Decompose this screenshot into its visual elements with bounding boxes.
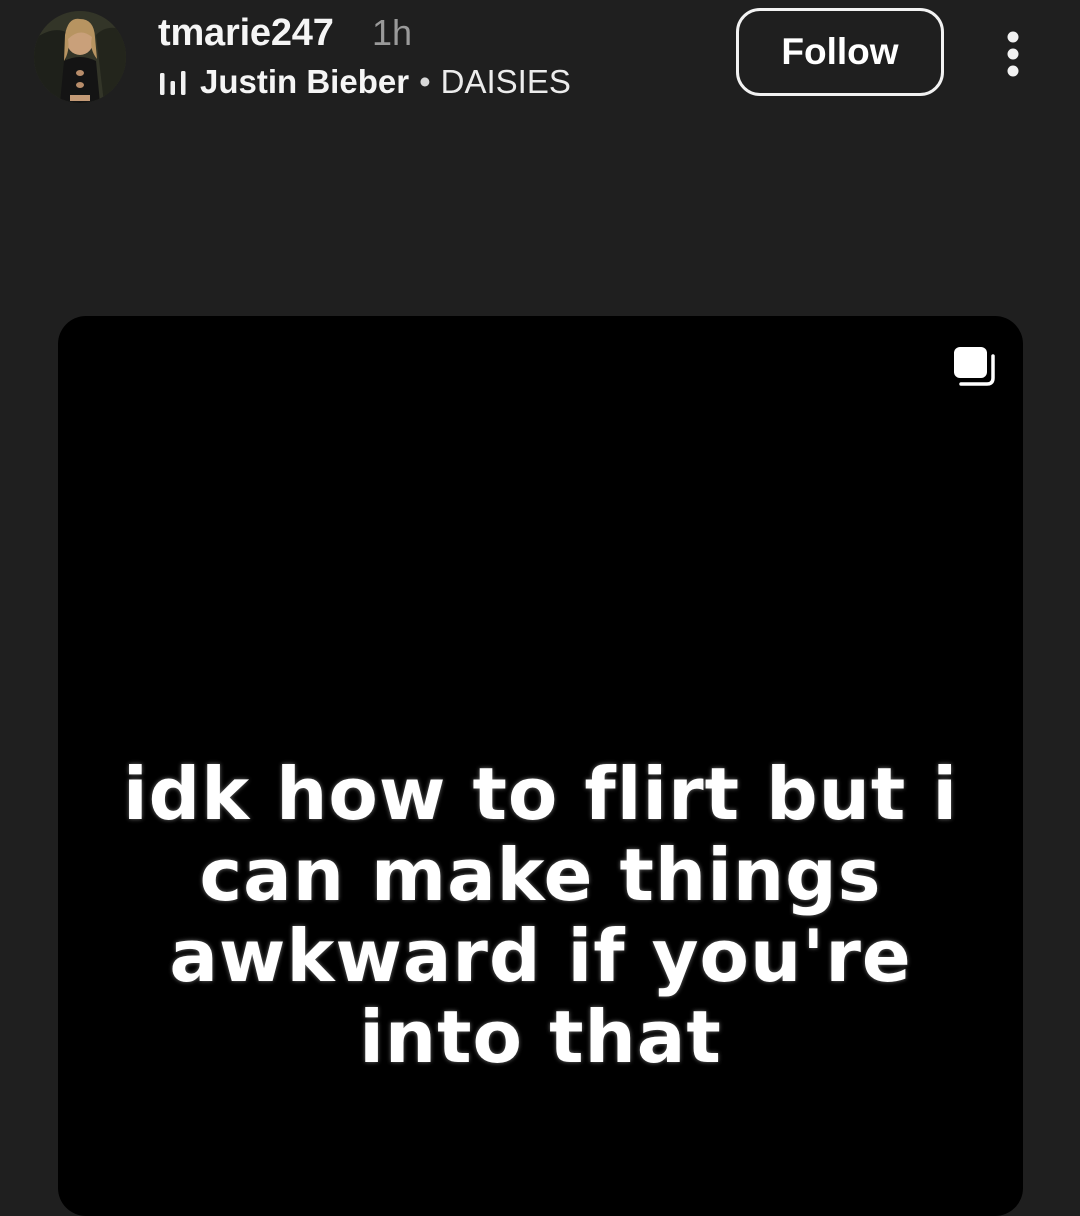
more-vertical-icon <box>1007 31 1019 77</box>
post-media[interactable]: idk how to flirt but i can make things a… <box>58 316 1023 1216</box>
more-options-button[interactable] <box>992 26 1034 82</box>
username[interactable]: tmarie247 <box>158 11 334 55</box>
post-header: tmarie247 1h Justin Bieber • DAISIES Fol… <box>0 0 1080 130</box>
post-image-text: idk how to flirt but i can make things a… <box>122 752 959 1079</box>
music-bars-icon <box>158 66 188 98</box>
avatar[interactable] <box>34 11 126 103</box>
music-song-title: DAISIES <box>440 63 571 100</box>
music-info[interactable]: Justin Bieber • DAISIES <box>158 60 571 104</box>
multiple-images-icon <box>954 347 995 386</box>
timestamp: 1h <box>372 12 413 53</box>
avatar-photo <box>34 11 126 103</box>
music-separator: • <box>419 63 431 100</box>
music-artist: Justin Bieber <box>200 63 410 100</box>
follow-button[interactable]: Follow <box>736 8 944 96</box>
